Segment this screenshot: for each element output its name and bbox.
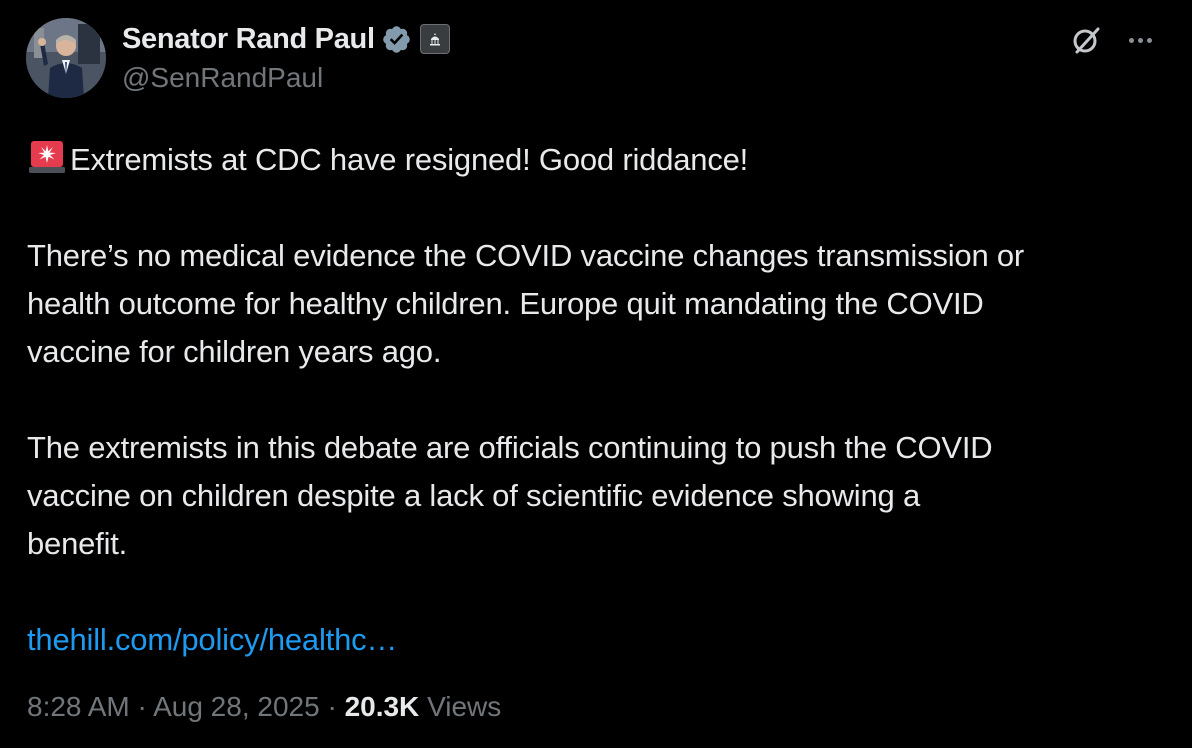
tweet-para3-line2: vaccine on children despite a lack of sc…	[27, 478, 921, 513]
tweet-time[interactable]: 8:28 AM	[27, 691, 130, 722]
views-label: Views	[427, 691, 502, 722]
author-display-name[interactable]: Senator Rand Paul	[122, 23, 375, 56]
siren-emoji-icon	[27, 137, 67, 177]
tweet-meta: 8:28 AM · Aug 28, 2025 · 20.3K Views	[27, 691, 501, 723]
meta-separator: ·	[137, 691, 147, 722]
tweet-para2-line1: There’s no medical evidence the COVID va…	[27, 238, 1025, 273]
tweet-para3-line1: The extremists in this debate are offici…	[27, 430, 993, 465]
tweet-date[interactable]: Aug 28, 2025	[153, 691, 320, 722]
meta-separator: ·	[327, 691, 337, 722]
author-handle[interactable]: @SenRandPaul	[122, 62, 323, 94]
tweet-line-1: Extremists at CDC have resigned! Good ri…	[27, 136, 1177, 184]
government-building-icon[interactable]	[419, 24, 450, 54]
grok-icon[interactable]	[1068, 22, 1104, 58]
article-link[interactable]: thehill.com/policy/healthc…	[27, 622, 397, 657]
tweet-line-1-text: Extremists at CDC have resigned! Good ri…	[70, 142, 749, 177]
verified-badge-icon[interactable]	[381, 24, 412, 55]
more-dot	[1128, 37, 1134, 43]
tweet-link-line: thehill.com/policy/healthc…	[27, 616, 1177, 664]
more-dot	[1137, 37, 1143, 43]
more-dot	[1146, 37, 1152, 43]
views-count[interactable]: 20.3K	[345, 691, 420, 722]
tweet-para2-line3: vaccine for children years ago.	[27, 334, 442, 369]
tweet-para2-line2: health outcome for healthy children. Eur…	[27, 286, 984, 321]
more-options-icon[interactable]	[1122, 22, 1158, 58]
avatar[interactable]	[26, 18, 106, 98]
tweet: Senator Rand Paul @SenRandPaul Extremist…	[0, 0, 1192, 748]
author-name-row: Senator Rand Paul	[122, 21, 450, 57]
tweet-para3-line3: benefit.	[27, 526, 128, 561]
tweet-text: Extremists at CDC have resigned! Good ri…	[27, 136, 1177, 664]
